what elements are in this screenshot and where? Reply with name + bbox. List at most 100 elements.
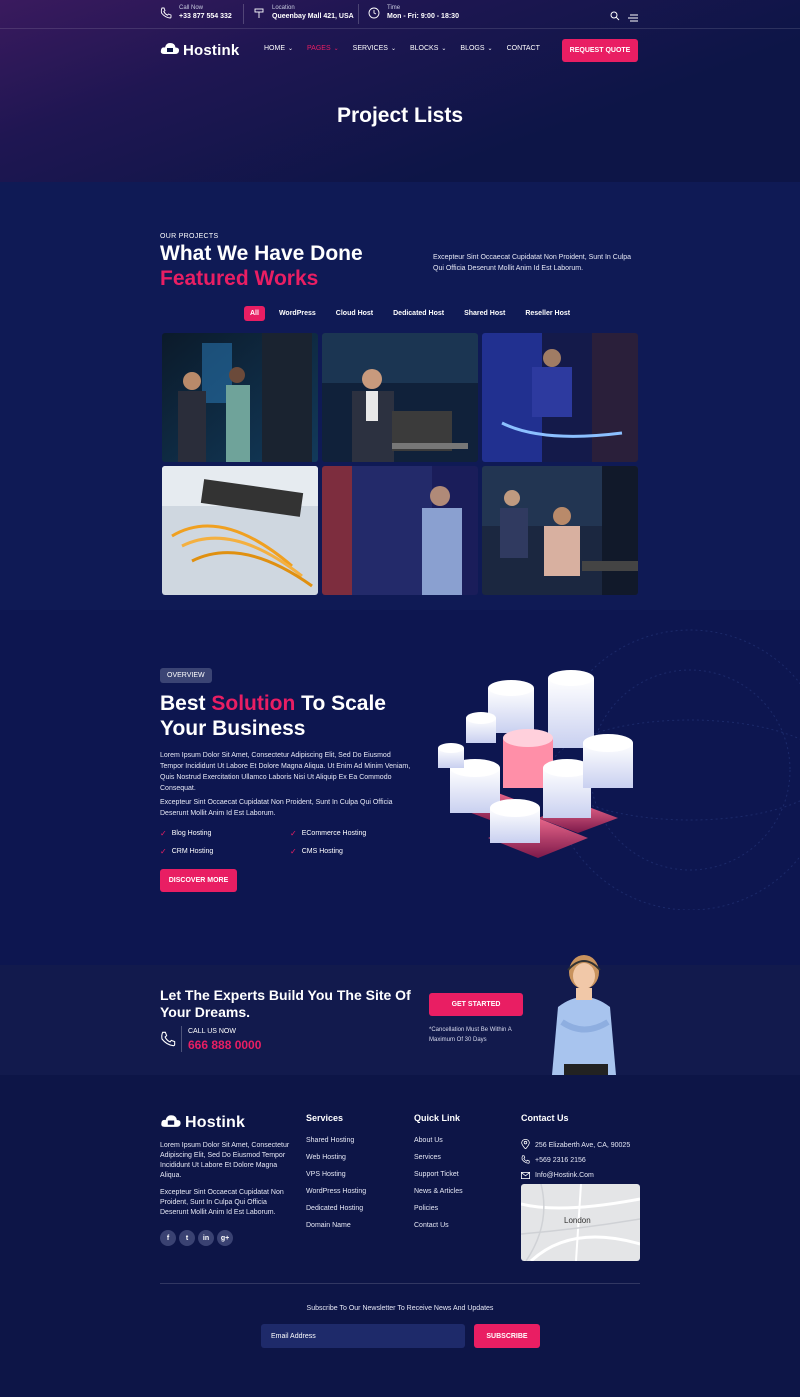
request-quote-button[interactable]: REQUEST QUOTE (562, 39, 638, 62)
check-icon: ✓ (160, 829, 167, 838)
nav-item-blocks[interactable]: BLOCKS ⌄ (410, 45, 446, 52)
logo-text: Hostink (183, 42, 240, 59)
quick-link[interactable]: Policies (414, 1205, 463, 1212)
overview-title-line2: Your Business (160, 717, 306, 740)
quick-link[interactable]: Support Ticket (414, 1171, 463, 1178)
check-icon: ✓ (160, 847, 167, 856)
server-stack-illustration (438, 670, 633, 858)
nav-label: HOME (264, 45, 285, 52)
filter-cloud-host[interactable]: Cloud Host (330, 306, 379, 321)
nav-label: CONTACT (506, 45, 540, 52)
location-map[interactable]: London (521, 1184, 640, 1261)
divider (243, 4, 244, 24)
twitter-icon[interactable]: t (179, 1230, 195, 1246)
location-info: Location Queenbay Mall 421, USA (252, 4, 354, 22)
get-started-button[interactable]: GET STARTED (429, 993, 523, 1016)
check-icon: ✓ (290, 847, 297, 856)
overview-paragraph-2: Excepteur Sint Occaecat Cupidatat Non Pr… (160, 799, 393, 817)
service-link[interactable]: VPS Hosting (306, 1171, 366, 1178)
quick-link[interactable]: News & Articles (414, 1188, 463, 1195)
service-link[interactable]: WordPress Hosting (306, 1188, 366, 1195)
cloud-logo-icon (160, 40, 180, 61)
logo-text: Hostink (185, 1114, 246, 1131)
location-value: Queenbay Mall 421, USA (272, 13, 354, 20)
project-image-fiber-cables[interactable] (162, 466, 318, 595)
nav-label: SERVICES (352, 45, 388, 52)
project-image-server-room-team[interactable] (162, 333, 318, 462)
project-filters: All WordPress Cloud Host Dedicated Host Shar… (244, 306, 576, 321)
footer-logo[interactable]: Hostink (160, 1112, 245, 1134)
cta-phone-number[interactable]: 666 888 0000 (188, 1038, 261, 1052)
google-plus-icon[interactable]: g+ (217, 1230, 233, 1246)
projects-description: Excepteur Sint Occaecat Cupidatat Non Pr… (433, 254, 632, 272)
clock-icon (367, 6, 381, 20)
nav-item-home[interactable]: HOME ⌄ (264, 45, 293, 52)
chevron-down-icon: ⌄ (487, 46, 493, 52)
quick-link[interactable]: Services (414, 1154, 463, 1161)
projects-eyebrow: OUR PROJECTS (160, 233, 219, 240)
header-logo[interactable]: Hostink (160, 40, 239, 61)
project-image-office-team[interactable] (482, 466, 638, 595)
quick-links-list: About Us Services Support Ticket News & Art… (414, 1137, 463, 1229)
feature-label: CMS Hosting (301, 848, 343, 855)
map-label: London (564, 1216, 591, 1225)
service-link[interactable]: Domain Name (306, 1222, 366, 1229)
search-icon[interactable] (610, 8, 620, 26)
nav-item-blogs[interactable]: BLOGS ⌄ (460, 45, 492, 52)
footer (0, 1075, 800, 1397)
feature-label: Blog Hosting (171, 830, 212, 837)
overview-title-part: To Scale (295, 692, 386, 715)
footer-divider (160, 1283, 640, 1284)
location-label: Location (272, 5, 295, 11)
filter-reseller-host[interactable]: Reseller Host (519, 306, 576, 321)
feature-item: ✓ CRM Hosting (160, 847, 290, 856)
projects-subtitle: Featured Works (160, 267, 319, 290)
project-image-technician-cables[interactable] (482, 333, 638, 462)
quick-link[interactable]: About Us (414, 1137, 463, 1144)
phone-text: +569 2316 2156 (535, 1156, 586, 1164)
email-text: Info@Hostink.Com (535, 1171, 594, 1179)
facebook-icon[interactable]: f (160, 1230, 176, 1246)
page-title: Project Lists (336, 104, 464, 127)
projects-title: What We Have Done (160, 242, 363, 265)
call-info[interactable]: Call Now +33 877 554 332 (159, 4, 232, 22)
envelope-icon (521, 1166, 530, 1184)
nav-item-contact[interactable]: CONTACT (507, 45, 540, 52)
footer-about-1: Lorem Ipsum Dolor Sit Amet, Consectetur … (160, 1142, 290, 1179)
feature-label: ECommerce Hosting (301, 830, 367, 837)
cloud-logo-icon (160, 1112, 182, 1134)
nav-item-services[interactable]: SERVICES ⌄ (353, 45, 396, 52)
contact-title: Contact Us (521, 1113, 569, 1123)
project-image-man-laptop[interactable] (322, 333, 478, 462)
nav-item-pages[interactable]: PAGES ⌄ (307, 45, 339, 52)
divider (181, 1026, 182, 1052)
quick-link[interactable]: Contact Us (414, 1222, 463, 1229)
menu-icon[interactable] (628, 9, 638, 27)
filter-dedicated-host[interactable]: Dedicated Host (387, 306, 450, 321)
chevron-down-icon: ⌄ (441, 46, 447, 52)
discover-more-button[interactable]: DISCOVER MORE (160, 869, 237, 892)
social-links: f t in g+ (160, 1230, 233, 1246)
time-info: Time Mon - Fri: 9:00 - 18:30 (367, 4, 459, 22)
top-info-bar: Call Now +33 877 554 332 Location Queenb… (0, 0, 800, 29)
filter-all[interactable]: All (244, 306, 265, 321)
service-link[interactable]: Dedicated Hosting (306, 1205, 366, 1212)
overview-title-highlight: Solution (211, 692, 296, 715)
linkedin-icon[interactable]: in (198, 1230, 214, 1246)
address-text: 256 Elizaberth Ave, CA, 90025 (535, 1141, 631, 1149)
quick-link-title: Quick Link (414, 1113, 461, 1123)
service-link[interactable]: Web Hosting (306, 1154, 366, 1161)
project-image-server-rack-man[interactable] (322, 466, 478, 595)
feature-item: ✓ Blog Hosting (160, 829, 290, 838)
nav-label: BLOGS (460, 45, 485, 52)
filter-wordpress[interactable]: WordPress (273, 306, 322, 321)
contact-email[interactable]: Info@Hostink.Com (521, 1166, 594, 1184)
location-sign-icon (252, 6, 266, 20)
service-link[interactable]: Shared Hosting (306, 1137, 366, 1144)
feature-label: CRM Hosting (171, 848, 214, 855)
chevron-down-icon: ⌄ (288, 46, 294, 52)
subscribe-button[interactable]: SUBSCRIBE (474, 1324, 540, 1348)
newsletter-email-input[interactable]: Email Address (261, 1324, 465, 1348)
filter-shared-host[interactable]: Shared Host (458, 306, 511, 321)
phone-icon (159, 6, 173, 20)
